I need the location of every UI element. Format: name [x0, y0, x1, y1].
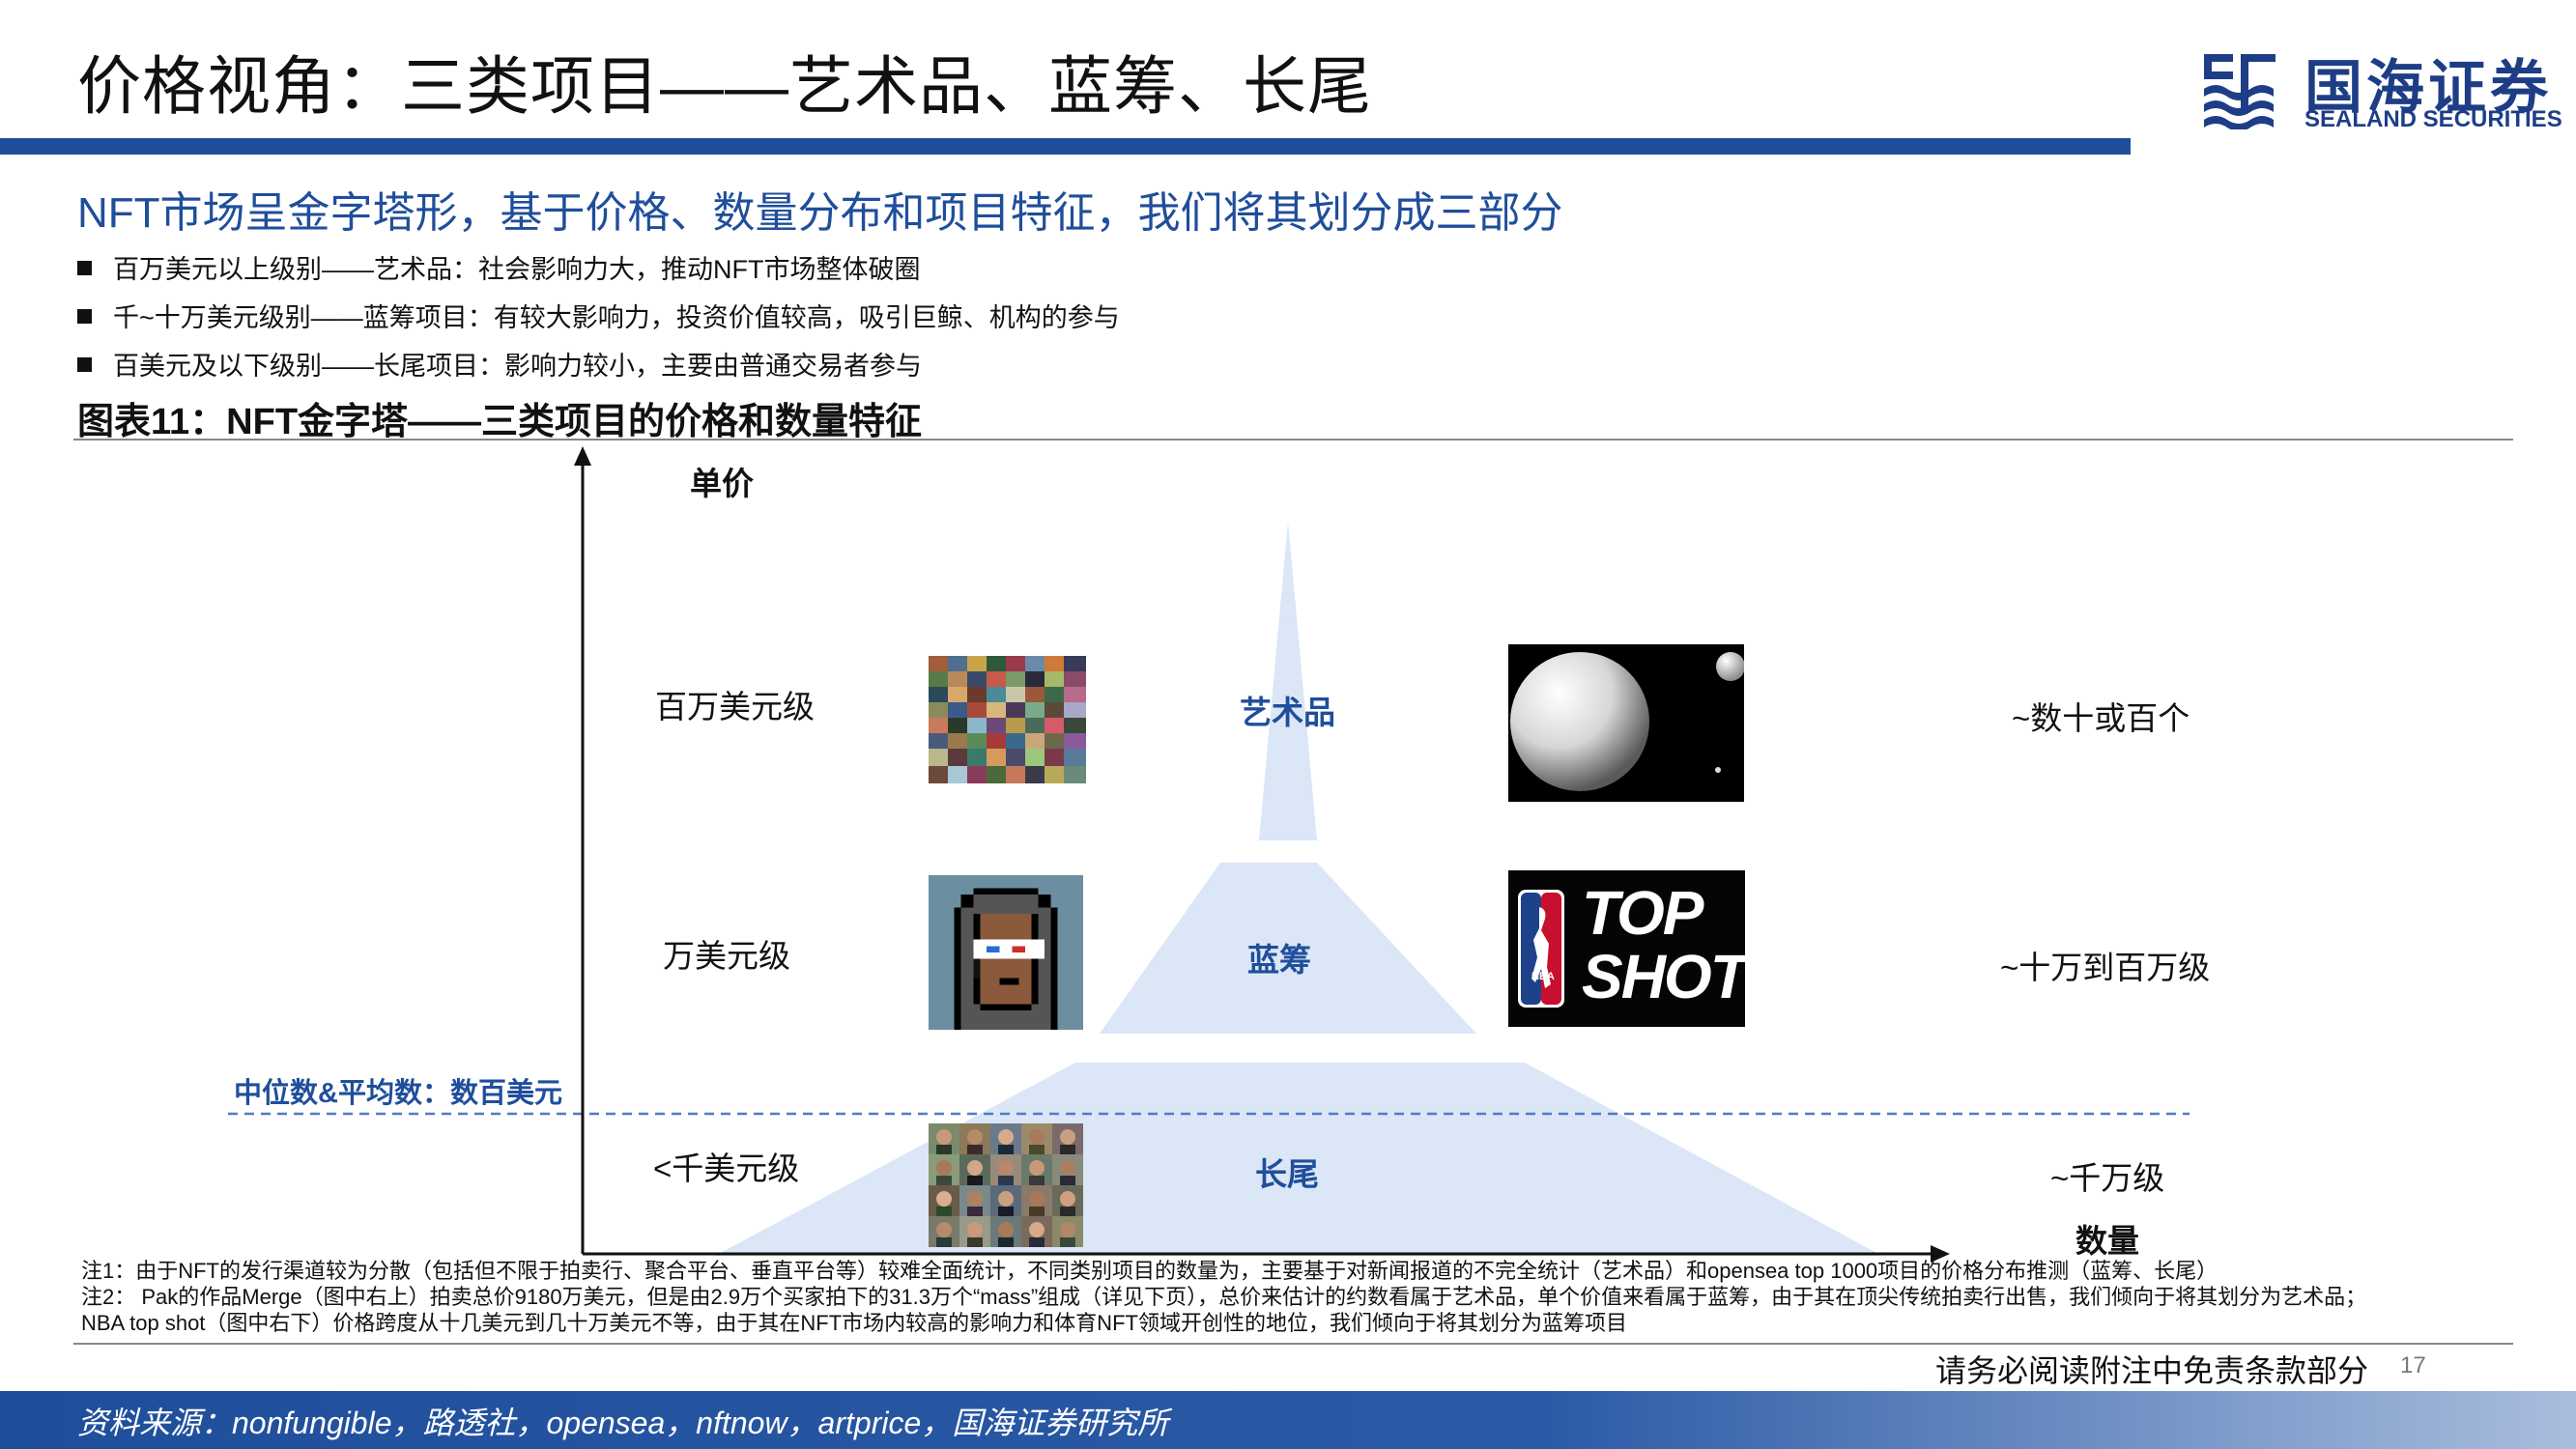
note-line: 注2： Pak的作品Merge（图中右上）拍卖总价9180万美元，但是由2.9万…	[81, 1284, 2366, 1310]
pak-merge-image	[1508, 644, 1744, 802]
tier-price-bluechip: 万美元级	[663, 930, 790, 977]
spheres-icon	[1508, 644, 1744, 802]
topshot-line2: SHOT	[1582, 946, 1745, 1008]
page-number: 17	[2400, 1352, 2426, 1379]
tier-count-art: ~数十或百个	[2012, 693, 2190, 739]
pyramid-top-art	[1259, 522, 1317, 840]
tier-name-longtail: 长尾	[1255, 1149, 1319, 1195]
note-line: NBA top shot（图中右下）价格跨度从十几美元到几十万美元不等，由于其在…	[81, 1310, 2366, 1336]
longtail-collection-image	[929, 1123, 1083, 1247]
beeple-collage-image	[929, 656, 1086, 783]
nba-text: NBA	[1531, 971, 1555, 982]
notes-divider	[73, 1343, 2513, 1345]
disclaimer-text: 请务必阅读附注中免责条款部分	[1935, 1347, 2368, 1391]
pixel-punk-icon	[929, 875, 1083, 1030]
figure-notes: 注1：由于NFT的发行渠道较为分散（包括但不限于拍卖行、聚合平台、垂直平台等）较…	[81, 1258, 2366, 1336]
note-line: 注1：由于NFT的发行渠道较为分散（包括但不限于拍卖行、聚合平台、垂直平台等）较…	[81, 1258, 2366, 1284]
tier-price-art: 百万美元级	[655, 681, 815, 727]
avatar-grid-icon	[929, 1123, 1083, 1247]
tier-name-art: 艺术品	[1240, 687, 1335, 733]
x-axis-label: 数量	[2075, 1215, 2139, 1262]
tier-price-longtail: <千美元级	[653, 1143, 799, 1189]
y-axis-label: 单价	[690, 458, 754, 504]
footer-source: 资料来源：nonfungible，路透社，opensea，nftnow，artp…	[77, 1399, 1168, 1443]
y-axis-arrow-icon	[574, 446, 591, 466]
nba-topshot-image: NBA TOP SHOT	[1508, 870, 1745, 1027]
collage-mosaic-icon	[929, 656, 1086, 783]
tier-name-bluechip: 蓝筹	[1247, 934, 1311, 980]
topshot-line1: TOP	[1582, 882, 1702, 944]
cryptopunk-image	[929, 875, 1083, 1030]
tier-count-bluechip: ~十万到百万级	[2000, 942, 2210, 988]
nba-logo-icon	[1518, 890, 1564, 1008]
tier-count-longtail: ~千万级	[2050, 1152, 2164, 1199]
median-label: 中位数&平均数：数百美元	[234, 1070, 562, 1111]
